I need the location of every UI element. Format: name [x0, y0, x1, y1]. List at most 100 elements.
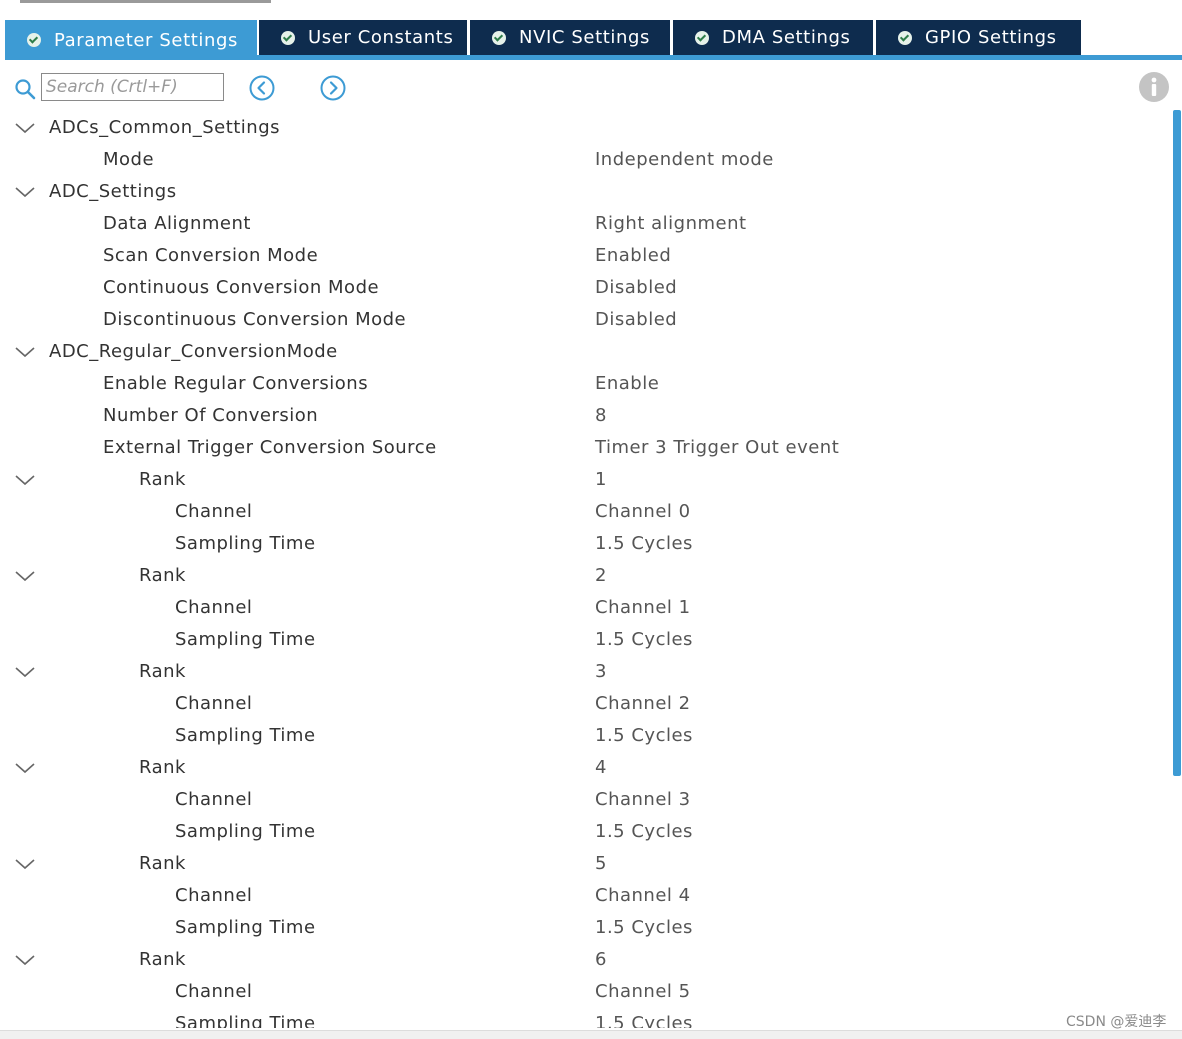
rank-label: Rank — [139, 661, 186, 682]
channel-value[interactable]: Channel 4 — [595, 885, 691, 906]
rank-row[interactable]: Rank 6 — [0, 944, 1172, 976]
sampling-time-value[interactable]: 1.5 Cycles — [595, 629, 693, 650]
channel-label: Channel — [175, 501, 253, 522]
channel-value[interactable]: Channel 0 — [595, 501, 691, 522]
chevron-down-icon[interactable] — [14, 568, 36, 584]
sampling-time-row[interactable]: Sampling Time 1.5 Cycles — [0, 624, 1172, 656]
channel-row[interactable]: Channel Channel 0 — [0, 496, 1172, 528]
param-row-scan-conversion-mode[interactable]: Scan Conversion Mode Enabled — [0, 240, 1172, 272]
rank-label: Rank — [139, 949, 186, 970]
rank-value[interactable]: 5 — [595, 853, 607, 874]
channel-row[interactable]: Channel Channel 4 — [0, 880, 1172, 912]
rank-row[interactable]: Rank 5 — [0, 848, 1172, 880]
sampling-time-value[interactable]: 1.5 Cycles — [595, 821, 693, 842]
sampling-time-row[interactable]: Sampling Time 1.5 Cycles — [0, 1008, 1172, 1028]
sampling-time-value[interactable]: 1.5 Cycles — [595, 1013, 693, 1028]
param-row-enable-regular-conversions[interactable]: Enable Regular Conversions Enable — [0, 368, 1172, 400]
chevron-down-icon[interactable] — [14, 664, 36, 680]
chevron-down-icon[interactable] — [14, 856, 36, 872]
param-value[interactable]: Right alignment — [595, 213, 747, 234]
rank-value[interactable]: 2 — [595, 565, 607, 586]
rank-label: Rank — [139, 757, 186, 778]
param-label: Number Of Conversion — [103, 405, 319, 426]
window-top-strip — [20, 0, 271, 3]
group-label: ADC_Regular_ConversionMode — [49, 341, 338, 362]
sampling-time-label: Sampling Time — [175, 821, 316, 842]
channel-label: Channel — [175, 693, 253, 714]
chevron-down-icon[interactable] — [14, 344, 36, 360]
chevron-down-icon[interactable] — [14, 120, 36, 136]
param-value[interactable]: Enabled — [595, 245, 671, 266]
tree-group-adc-settings[interactable]: ADC_Settings — [0, 176, 1172, 208]
rank-row[interactable]: Rank 4 — [0, 752, 1172, 784]
tab-label: GPIO Settings — [925, 27, 1057, 48]
sampling-time-row[interactable]: Sampling Time 1.5 Cycles — [0, 720, 1172, 752]
sampling-time-value[interactable]: 1.5 Cycles — [595, 917, 693, 938]
rank-value[interactable]: 4 — [595, 757, 607, 778]
sampling-time-label: Sampling Time — [175, 1013, 316, 1028]
check-circle-icon — [695, 30, 709, 45]
channel-row[interactable]: Channel Channel 5 — [0, 976, 1172, 1008]
parameter-tree: ADCs_Common_Settings Mode Independent mo… — [0, 110, 1172, 1028]
param-row-continuous-conversion-mode[interactable]: Continuous Conversion Mode Disabled — [0, 272, 1172, 304]
param-row-data-alignment[interactable]: Data Alignment Right alignment — [0, 208, 1172, 240]
sampling-time-value[interactable]: 1.5 Cycles — [595, 533, 693, 554]
param-value[interactable]: Disabled — [595, 309, 677, 330]
tab-nvic-settings[interactable]: NVIC Settings — [470, 20, 670, 55]
rank-value[interactable]: 3 — [595, 661, 607, 682]
param-row-mode[interactable]: Mode Independent mode — [0, 144, 1172, 176]
tab-gpio-settings[interactable]: GPIO Settings — [876, 20, 1081, 55]
param-label: Mode — [103, 149, 155, 170]
rank-label: Rank — [139, 469, 186, 490]
channel-value[interactable]: Channel 1 — [595, 597, 691, 618]
chevron-down-icon[interactable] — [14, 760, 36, 776]
chevron-down-icon[interactable] — [14, 472, 36, 488]
sampling-time-row[interactable]: Sampling Time 1.5 Cycles — [0, 528, 1172, 560]
param-value[interactable]: 8 — [595, 405, 607, 426]
channel-value[interactable]: Channel 2 — [595, 693, 691, 714]
sampling-time-row[interactable]: Sampling Time 1.5 Cycles — [0, 912, 1172, 944]
tab-user-constants[interactable]: User Constants — [259, 20, 467, 55]
channel-label: Channel — [175, 789, 253, 810]
param-value[interactable]: Timer 3 Trigger Out event — [595, 437, 839, 458]
param-label: Enable Regular Conversions — [103, 373, 369, 394]
param-value[interactable]: Independent mode — [595, 149, 774, 170]
rank-row[interactable]: Rank 2 — [0, 560, 1172, 592]
info-icon[interactable] — [1138, 71, 1170, 103]
channel-label: Channel — [175, 981, 253, 1002]
tree-group-adcs-common-settings[interactable]: ADCs_Common_Settings — [0, 112, 1172, 144]
arrow-left-circle-icon[interactable] — [248, 74, 276, 102]
param-row-discontinuous-conversion-mode[interactable]: Discontinuous Conversion Mode Disabled — [0, 304, 1172, 336]
param-row-external-trigger-conversion-source[interactable]: External Trigger Conversion Source Timer… — [0, 432, 1172, 464]
sampling-time-row[interactable]: Sampling Time 1.5 Cycles — [0, 816, 1172, 848]
param-row-number-of-conversion[interactable]: Number Of Conversion 8 — [0, 400, 1172, 432]
tab-label: NVIC Settings — [519, 27, 651, 48]
tab-dma-settings[interactable]: DMA Settings — [673, 20, 873, 55]
rank-row[interactable]: Rank 3 — [0, 656, 1172, 688]
search-icon[interactable] — [14, 78, 36, 100]
sampling-time-value[interactable]: 1.5 Cycles — [595, 725, 693, 746]
channel-value[interactable]: Channel 3 — [595, 789, 691, 810]
param-value[interactable]: Enable — [595, 373, 659, 394]
rank-row[interactable]: Rank 1 — [0, 464, 1172, 496]
channel-row[interactable]: Channel Channel 1 — [0, 592, 1172, 624]
rank-value[interactable]: 6 — [595, 949, 607, 970]
tree-group-adc-regular-conversionmode[interactable]: ADC_Regular_ConversionMode — [0, 336, 1172, 368]
param-value[interactable]: Disabled — [595, 277, 677, 298]
check-circle-icon — [492, 30, 506, 45]
channel-label: Channel — [175, 885, 253, 906]
search-input[interactable] — [41, 73, 224, 101]
watermark: CSDN @爱迪李 — [1066, 1014, 1167, 1030]
rank-label: Rank — [139, 565, 186, 586]
tab-parameter-settings[interactable]: Parameter Settings — [5, 20, 257, 60]
channel-row[interactable]: Channel Channel 3 — [0, 784, 1172, 816]
check-circle-icon — [281, 30, 295, 45]
channel-row[interactable]: Channel Channel 2 — [0, 688, 1172, 720]
vertical-scrollbar[interactable] — [1173, 110, 1181, 776]
arrow-right-circle-icon[interactable] — [319, 74, 347, 102]
chevron-down-icon[interactable] — [14, 184, 36, 200]
chevron-down-icon[interactable] — [14, 952, 36, 968]
rank-value[interactable]: 1 — [595, 469, 607, 490]
channel-value[interactable]: Channel 5 — [595, 981, 691, 1002]
sampling-time-label: Sampling Time — [175, 725, 316, 746]
